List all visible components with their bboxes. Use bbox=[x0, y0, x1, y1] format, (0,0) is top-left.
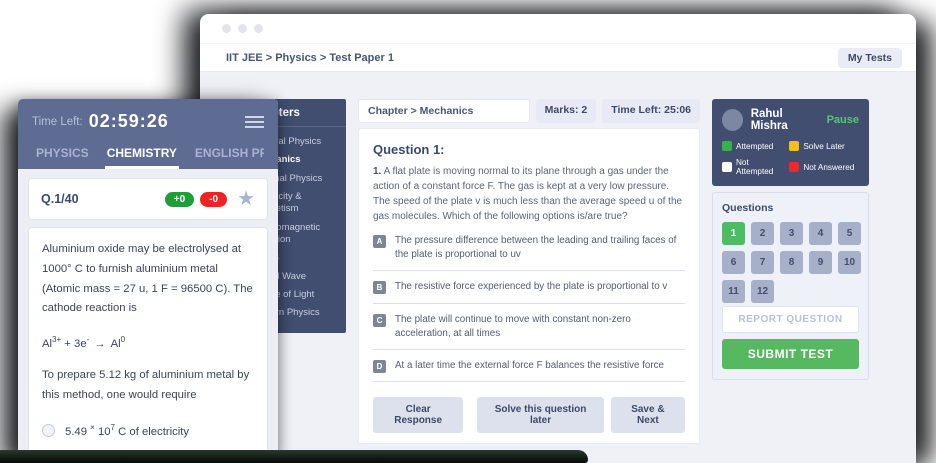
question-cell-9[interactable]: 9 bbox=[809, 251, 832, 274]
user-row: Rahul Mishra Pause bbox=[722, 108, 859, 132]
question-counter: Q.1/40 bbox=[41, 192, 79, 206]
tab-physics[interactable]: PHYSICS bbox=[36, 146, 89, 160]
mobile-question-card: Aluminium oxide may be electrolysed at 1… bbox=[28, 227, 268, 456]
question-cell-8[interactable]: 8 bbox=[780, 251, 803, 274]
divider bbox=[373, 349, 685, 350]
menu-icon[interactable] bbox=[245, 116, 264, 128]
question-card: Question 1: 1. A flat plate is moving no… bbox=[358, 128, 700, 444]
time-left-label: Time Left: bbox=[32, 116, 83, 128]
question-actions: Clear Response Solve this question later… bbox=[373, 391, 685, 433]
report-question-button[interactable]: REPORT QUESTION bbox=[722, 306, 859, 333]
user-name: Rahul Mishra bbox=[751, 108, 819, 132]
window-dot-icon bbox=[238, 24, 247, 33]
question-cell-11[interactable]: 11 bbox=[722, 280, 745, 303]
option-d-text: At a later time the external force F bal… bbox=[395, 359, 664, 373]
question-title: Question 1: bbox=[373, 142, 685, 157]
not-attempted-swatch bbox=[722, 162, 732, 172]
question-cell-3[interactable]: 3 bbox=[780, 222, 803, 245]
mobile-question-text-2: To prepare 5.12 kg of aluminium metal by… bbox=[42, 366, 254, 406]
time-left-badge: Time Left: 25:06 bbox=[602, 99, 700, 123]
question-cell-7[interactable]: 7 bbox=[751, 251, 774, 274]
tab-chemistry[interactable]: CHEMISTRY bbox=[107, 146, 177, 160]
question-number-grid: 1 2 3 4 5 6 7 8 9 10 11 12 bbox=[722, 222, 859, 303]
attempted-swatch bbox=[722, 141, 732, 151]
breadcrumb[interactable]: IIT JEE > Physics > Test Paper 1 bbox=[226, 52, 394, 64]
mobile-option-1[interactable]: 5.49 × 107 C of electricity bbox=[42, 423, 254, 438]
question-header-row: Chapter > Mechanics Marks: 2 Time Left: … bbox=[358, 99, 700, 123]
option-d-letter: D bbox=[373, 360, 386, 373]
solve-later-button[interactable]: Solve this question later bbox=[477, 397, 603, 433]
window-dot-icon bbox=[222, 24, 231, 33]
subject-tabs: PHYSICS CHEMISTRY ENGLISH PROFICIENCY bbox=[32, 132, 264, 169]
marks-badge: Marks: 2 bbox=[536, 99, 597, 123]
legend-not-attempted: Not Attempted bbox=[722, 158, 785, 176]
radio-icon[interactable] bbox=[42, 424, 55, 437]
window-titlebar bbox=[200, 14, 916, 44]
legend-attempted: Attempted bbox=[722, 141, 785, 151]
submit-test-button[interactable]: SUBMIT TEST bbox=[722, 339, 859, 369]
question-cell-10[interactable]: 10 bbox=[838, 251, 861, 274]
option-a-letter: A bbox=[373, 235, 386, 248]
bookmark-star-icon[interactable]: ★ bbox=[237, 189, 255, 209]
top-nav-bar: IIT JEE > Physics > Test Paper 1 My Test… bbox=[200, 44, 916, 72]
negative-marks-pill: -0 bbox=[200, 192, 227, 207]
pause-button[interactable]: Pause bbox=[827, 114, 859, 126]
option-b[interactable]: B The resistive force experienced by the… bbox=[373, 280, 685, 294]
divider bbox=[373, 303, 685, 304]
avatar bbox=[722, 109, 743, 131]
legend-not-answered: Not Answered bbox=[789, 158, 859, 176]
mobile-app-overlay: Time Left: 02:59:26 PHYSICS CHEMISTRY EN… bbox=[18, 99, 278, 456]
desk-edge-decoration bbox=[0, 450, 588, 463]
window-content: Chapters General Physics Mechanics Therm… bbox=[200, 72, 916, 463]
question-meta-card: Q.1/40 +0 -0 ★ bbox=[28, 178, 268, 220]
question-palette: Questions 1 2 3 4 5 6 7 8 9 10 11 12 bbox=[712, 192, 869, 380]
question-cell-12[interactable]: 12 bbox=[751, 280, 774, 303]
mobile-option-1-label: 5.49 × 107 C of electricity bbox=[65, 423, 189, 438]
browser-window: IIT JEE > Physics > Test Paper 1 My Test… bbox=[200, 14, 916, 463]
question-cell-1[interactable]: 1 bbox=[722, 222, 745, 245]
positive-marks-pill: +0 bbox=[165, 192, 194, 207]
countdown-timer: 02:59:26 bbox=[89, 111, 169, 132]
mobile-timer-row: Time Left: 02:59:26 bbox=[32, 111, 264, 132]
option-a-text: The pressure difference between the lead… bbox=[395, 234, 685, 262]
question-cell-4[interactable]: 4 bbox=[809, 222, 832, 245]
status-legend: Attempted Solve Later Not Attempted bbox=[722, 141, 859, 176]
question-cell-2[interactable]: 2 bbox=[751, 222, 774, 245]
not-answered-swatch bbox=[789, 162, 799, 172]
user-card: Rahul Mishra Pause Attempted Solve Later bbox=[712, 99, 869, 186]
question-cell-5[interactable]: 5 bbox=[838, 222, 861, 245]
mobile-question-text: Aluminium oxide may be electrolysed at 1… bbox=[42, 240, 254, 319]
option-b-letter: B bbox=[373, 281, 386, 294]
clear-response-button[interactable]: Clear Response bbox=[373, 397, 463, 433]
right-panel: Rahul Mishra Pause Attempted Solve Later bbox=[712, 99, 869, 380]
question-cell-6[interactable]: 6 bbox=[722, 251, 745, 274]
save-next-button[interactable]: Save & Next bbox=[611, 397, 685, 433]
divider bbox=[373, 381, 685, 382]
window-dot-icon bbox=[254, 24, 263, 33]
mobile-header: Time Left: 02:59:26 PHYSICS CHEMISTRY EN… bbox=[18, 99, 278, 169]
tab-english-proficiency[interactable]: ENGLISH PROFICIENCY bbox=[195, 146, 264, 160]
arrow-icon: → bbox=[94, 338, 105, 350]
option-c-letter: C bbox=[373, 314, 386, 327]
option-a[interactable]: A The pressure difference between the le… bbox=[373, 234, 685, 262]
divider bbox=[373, 270, 685, 271]
questions-title: Questions bbox=[722, 202, 859, 214]
option-b-text: The resistive force experienced by the p… bbox=[395, 280, 667, 294]
question-area: Chapter > Mechanics Marks: 2 Time Left: … bbox=[358, 99, 700, 444]
stage: IIT JEE > Physics > Test Paper 1 My Test… bbox=[0, 0, 936, 463]
chapter-breadcrumb: Chapter > Mechanics bbox=[358, 99, 530, 123]
question-text: 1. A flat plate is moving normal to its … bbox=[373, 164, 685, 224]
option-c-text: The plate will continue to move with con… bbox=[395, 313, 685, 341]
my-tests-button[interactable]: My Tests bbox=[838, 48, 902, 68]
legend-solve-later: Solve Later bbox=[789, 141, 859, 151]
cathode-reaction-formula: Al3+ + 3e-→Al0 bbox=[42, 335, 254, 350]
options-list: A The pressure difference between the le… bbox=[373, 234, 685, 391]
option-c[interactable]: C The plate will continue to move with c… bbox=[373, 313, 685, 341]
option-d[interactable]: D At a later time the external force F b… bbox=[373, 359, 685, 373]
solve-later-swatch bbox=[789, 141, 799, 151]
mobile-body: Q.1/40 +0 -0 ★ Aluminium oxide may be el… bbox=[18, 169, 278, 456]
